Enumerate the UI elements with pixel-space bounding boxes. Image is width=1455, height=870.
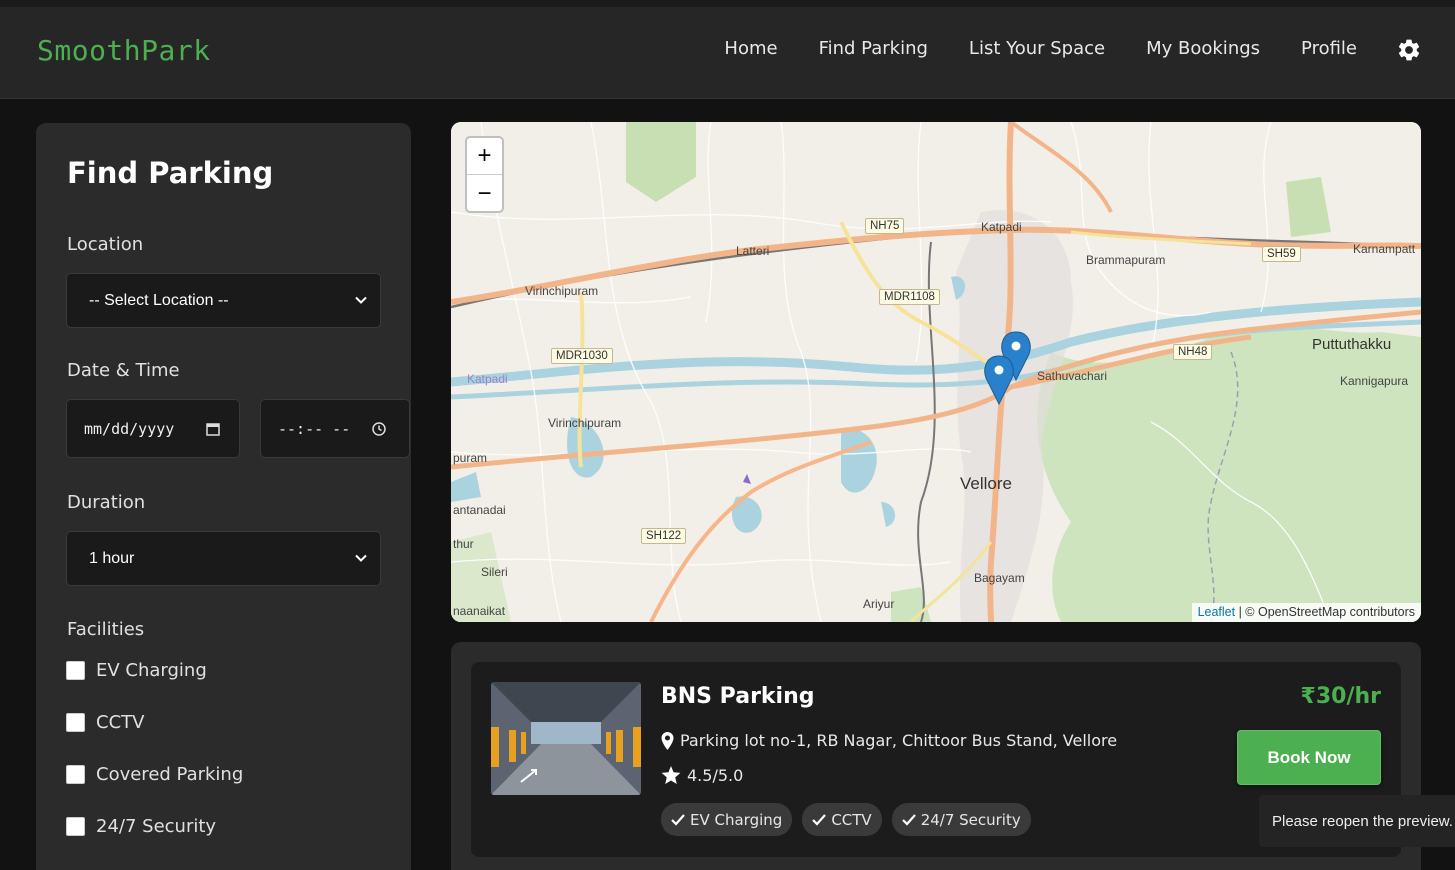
chevron-down-icon [355, 554, 367, 562]
parking-name[interactable]: BNS Parking [661, 684, 815, 709]
checkbox[interactable] [66, 661, 85, 680]
brand-logo[interactable]: SmoothPark [37, 34, 211, 67]
check-icon [901, 813, 916, 826]
map-place-label: Puttuthakku [1312, 336, 1392, 353]
nav-find-parking[interactable]: Find Parking [819, 38, 928, 59]
map-place-label: puram [453, 451, 488, 465]
nav-my-bookings[interactable]: My Bookings [1146, 38, 1260, 59]
time-input[interactable]: --:-- -- [260, 399, 410, 458]
road-shield: NH75 [865, 218, 905, 234]
map-place-label: Sileri [481, 565, 508, 579]
map-place-label: Kannigapura [1340, 374, 1409, 388]
road-shield: NH48 [1173, 344, 1213, 360]
road-shield: MDR1030 [551, 348, 613, 364]
check-icon [812, 813, 827, 826]
feature-tag-cctv: CCTV [802, 803, 882, 836]
star-icon [661, 766, 681, 785]
navbar: SmoothPark Home Find Parking List Your S… [0, 7, 1455, 99]
checkbox[interactable] [66, 713, 85, 732]
address-text: Parking lot no-1, RB Nagar, Chittoor Bus… [680, 731, 1118, 750]
gear-icon[interactable] [1396, 37, 1422, 63]
window-top-strip [0, 0, 1455, 7]
map-place-label: Katpadi [467, 372, 508, 386]
location-pin-icon [661, 731, 674, 750]
date-input[interactable]: mm/dd/yyyy [66, 399, 240, 458]
zoom-out-button[interactable]: − [467, 175, 502, 212]
feature-tag-24-7-security: 24/7 Security [891, 803, 1031, 836]
facility-label: EV Charging [96, 660, 207, 681]
map-tiles[interactable] [451, 122, 1421, 622]
location-label: Location [67, 234, 144, 255]
facility-covered-parking[interactable]: Covered Parking [66, 764, 243, 785]
facility-label: CCTV [96, 712, 145, 733]
map-place-label: Brammapuram [1086, 253, 1166, 267]
map-place-label: Ariyur [863, 597, 895, 611]
facility-24-7-security[interactable]: 24/7 Security [66, 816, 216, 837]
nav-profile[interactable]: Profile [1301, 38, 1357, 59]
location-select-value: -- Select Location -- [89, 291, 229, 309]
book-now-button[interactable]: Book Now [1237, 730, 1381, 785]
facility-label: 24/7 Security [96, 816, 217, 837]
map-place-label: Virinchipuram [548, 416, 622, 430]
duration-label: Duration [67, 492, 146, 513]
road-shield: MDR1108 [879, 289, 940, 305]
duration-select-value: 1 hour [89, 549, 135, 567]
time-placeholder: --:-- -- [278, 419, 351, 438]
road-shield: SH59 [1262, 246, 1301, 262]
zoom-in-button[interactable]: + [467, 138, 502, 175]
nav-home[interactable]: Home [724, 38, 777, 59]
map-attribution: Leaflet | © OpenStreetMap contributors [1191, 603, 1421, 622]
map-place-label: Bagayam [974, 571, 1025, 585]
nav-links: Home Find Parking List Your Space My Boo… [724, 38, 1357, 59]
map-place-label: Sathuvachari [1037, 369, 1108, 383]
date-placeholder: mm/dd/yyyy [84, 419, 175, 438]
feature-tag-ev-charging: EV Charging [661, 803, 793, 836]
facility-cctv[interactable]: CCTV [66, 712, 144, 733]
check-icon [671, 813, 685, 826]
parking-thumbnail [491, 682, 641, 795]
leaflet-link[interactable]: Leaflet [1198, 605, 1236, 619]
map-place-label: naanaikat [453, 604, 506, 618]
parking-address: Parking lot no-1, RB Nagar, Chittoor Bus… [661, 731, 1117, 750]
map-place-label: Karnampatt [1353, 242, 1416, 256]
checkbox[interactable] [66, 765, 85, 784]
map-place-label: Vellore [960, 474, 1012, 493]
tag-label: 24/7 Security [920, 810, 1021, 829]
checkbox[interactable] [66, 817, 85, 836]
road-shield: SH122 [641, 528, 687, 544]
filters-title: Find Parking [67, 156, 274, 190]
nav-list-your-space[interactable]: List Your Space [969, 38, 1105, 59]
location-select[interactable]: -- Select Location -- [66, 273, 381, 328]
parking-price: ₹30/hr [1300, 684, 1381, 709]
facility-label: Covered Parking [96, 764, 244, 785]
map-zoom-control: + − [465, 136, 504, 213]
preview-toast: Please reopen the preview. [1259, 795, 1455, 847]
facilities-label: Facilities [67, 619, 145, 640]
parking-rating: 4.5/5.0 [661, 766, 743, 785]
parking-map[interactable]: Katpadi Latteri Brammapuram Karnampatt V… [451, 122, 1421, 622]
tag-label: EV Charging [690, 810, 783, 829]
rating-text: 4.5/5.0 [687, 766, 744, 785]
map-place-label: Latteri [736, 244, 770, 258]
feature-tags: EV Charging CCTV 24/7 Security [661, 803, 1031, 836]
datetime-label: Date & Time [67, 360, 180, 381]
map-place-label: thur [453, 537, 474, 551]
clock-icon[interactable] [371, 421, 387, 437]
facility-ev-charging[interactable]: EV Charging [66, 660, 207, 681]
search-filters-panel: Find Parking Location -- Select Location… [36, 123, 411, 870]
chevron-down-icon [355, 296, 367, 304]
map-place-label: antanadai [453, 503, 506, 517]
map-place-label: Virinchipuram [525, 284, 599, 298]
duration-select[interactable]: 1 hour [66, 531, 381, 586]
attribution-text: | © OpenStreetMap contributors [1235, 605, 1415, 619]
tag-label: CCTV [831, 810, 872, 829]
map-place-label: Katpadi [981, 220, 1022, 234]
calendar-icon[interactable] [205, 421, 221, 437]
